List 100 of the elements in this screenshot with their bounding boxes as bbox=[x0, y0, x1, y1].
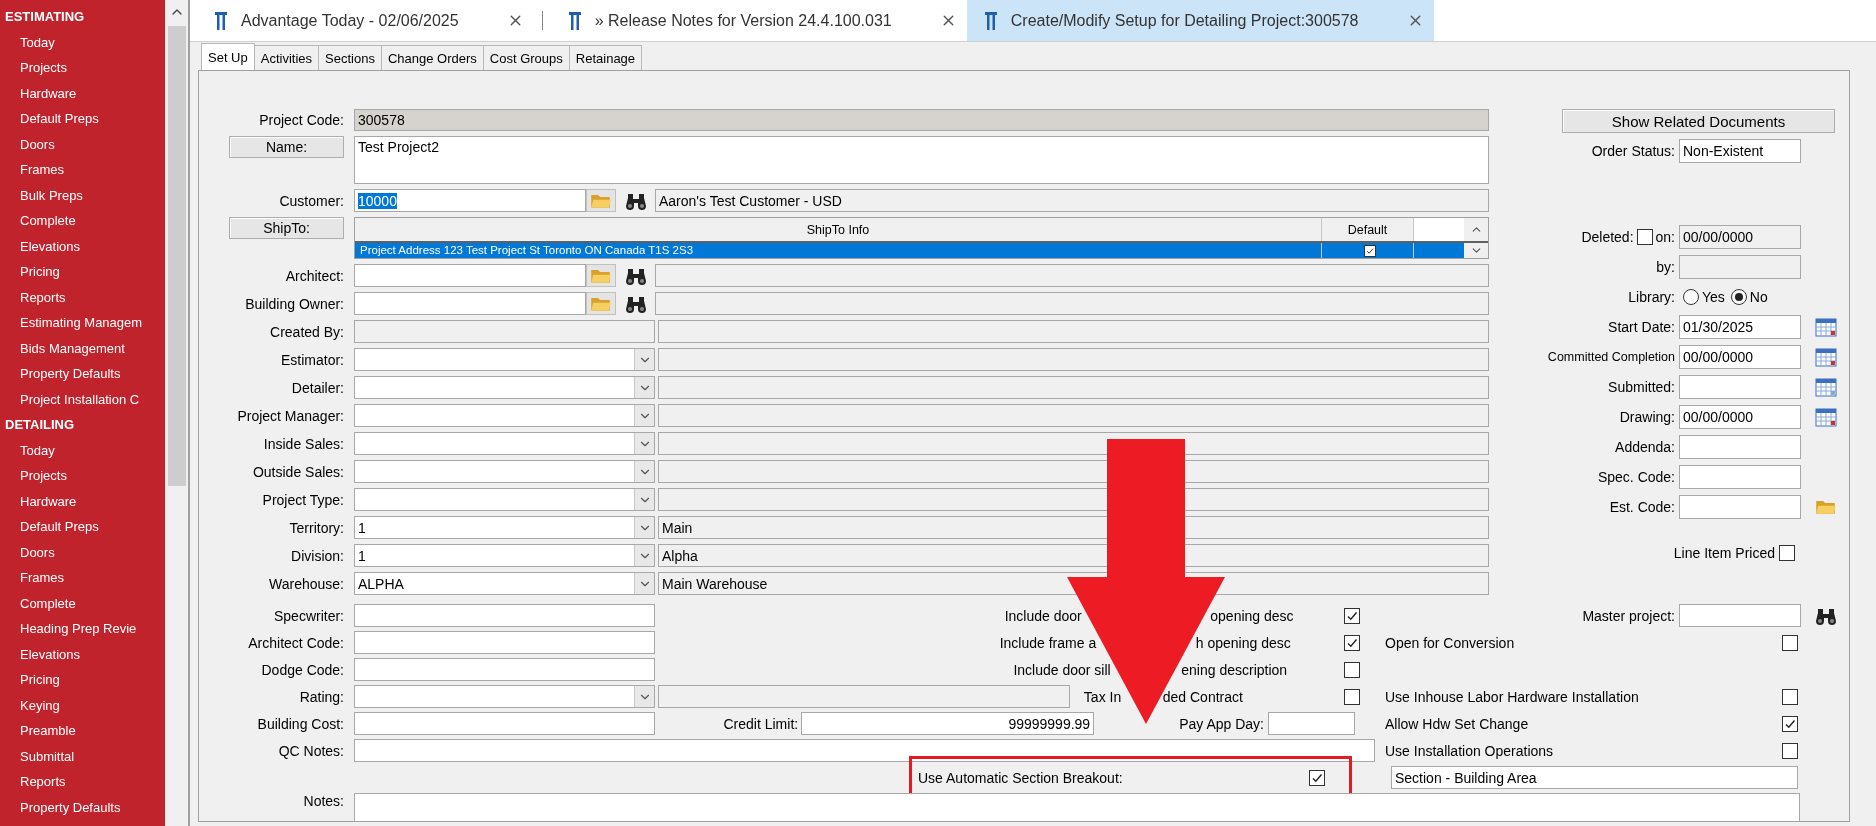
input-field[interactable] bbox=[1679, 495, 1801, 519]
sidebar-item[interactable]: Reports bbox=[0, 284, 165, 310]
sidebar-item[interactable]: Elevations bbox=[0, 641, 165, 667]
sidebar-item[interactable]: Submittal bbox=[0, 743, 165, 769]
calendar-icon[interactable] bbox=[1815, 377, 1837, 397]
radio-button[interactable] bbox=[1730, 289, 1747, 305]
notes-field[interactable] bbox=[354, 793, 1800, 821]
sidebar-item[interactable]: Pricing bbox=[0, 667, 165, 693]
sidebar-item[interactable]: Bids Management bbox=[0, 335, 165, 361]
sidebar-header[interactable]: DETAILING bbox=[0, 412, 165, 438]
sidebar-item[interactable]: Today bbox=[0, 437, 165, 463]
date-field[interactable]: 00/00/0000 bbox=[1679, 345, 1801, 369]
calendar-icon[interactable] bbox=[1815, 317, 1837, 337]
sidebar-header[interactable]: ESTIMATING bbox=[0, 4, 165, 30]
tab[interactable]: Create/Modify Setup for Detailing Project:300578 bbox=[966, 0, 1434, 41]
sidebar-item[interactable]: Doors bbox=[0, 539, 165, 565]
calendar-icon[interactable] bbox=[1815, 347, 1837, 367]
sidebar-item[interactable]: Frames bbox=[0, 157, 165, 183]
dropdown[interactable] bbox=[354, 460, 655, 483]
input-field[interactable] bbox=[354, 604, 655, 627]
dropdown[interactable] bbox=[354, 685, 655, 708]
date-field[interactable] bbox=[1679, 375, 1801, 399]
input-field[interactable] bbox=[1679, 465, 1801, 489]
sidebar-item[interactable]: Bulk Preps bbox=[0, 182, 165, 208]
sidebar-item[interactable]: Default Preps bbox=[0, 106, 165, 132]
name-button[interactable]: Name: bbox=[229, 136, 344, 158]
input-field[interactable]: Non-Existent bbox=[1679, 139, 1801, 163]
field-label: Division: bbox=[290, 547, 344, 564]
dropdown[interactable] bbox=[354, 488, 655, 511]
input-field[interactable]: 10000 bbox=[354, 189, 586, 212]
text-field[interactable]: Test Project2 bbox=[354, 136, 1489, 184]
input-field[interactable] bbox=[354, 712, 655, 735]
calendar-icon[interactable] bbox=[1815, 407, 1837, 427]
date-field[interactable]: 01/30/2025 bbox=[1679, 315, 1801, 339]
checkbox[interactable] bbox=[1344, 661, 1360, 678]
sidebar-item[interactable]: Frames bbox=[0, 565, 165, 591]
input-field[interactable] bbox=[354, 631, 655, 654]
checkbox[interactable] bbox=[1636, 229, 1653, 245]
radio-button[interactable] bbox=[1683, 289, 1699, 305]
sidebar-item[interactable]: Estimating Managem bbox=[0, 310, 165, 336]
checkbox[interactable] bbox=[1364, 244, 1376, 257]
sidebar-item[interactable]: Reports bbox=[0, 769, 165, 795]
sidebar-item[interactable]: Elevations bbox=[0, 233, 165, 259]
sidebar-item[interactable]: Preamble bbox=[0, 718, 165, 744]
sidebar-item[interactable]: Complete bbox=[0, 590, 165, 616]
input-field[interactable] bbox=[354, 292, 586, 315]
field-label: on: bbox=[1655, 229, 1675, 245]
app-icon bbox=[984, 11, 997, 30]
input-field[interactable]: Section - Building Area bbox=[1391, 766, 1798, 789]
sidebar-item[interactable]: Today bbox=[0, 29, 165, 55]
dropdown[interactable]: ALPHA bbox=[354, 572, 655, 595]
sidebar-item[interactable]: Pricing bbox=[0, 259, 165, 285]
checkbox[interactable] bbox=[1344, 634, 1360, 651]
input-field[interactable] bbox=[1679, 435, 1801, 459]
input-field[interactable] bbox=[1268, 712, 1355, 735]
checkbox[interactable] bbox=[1779, 545, 1795, 561]
dropdown[interactable] bbox=[354, 404, 655, 427]
checkbox[interactable] bbox=[1782, 634, 1798, 651]
tab[interactable]: Set Up bbox=[201, 43, 255, 70]
sidebar-item[interactable]: Hardware bbox=[0, 80, 165, 106]
sidebar-item[interactable]: Project Installation C bbox=[0, 386, 165, 412]
checkbox[interactable] bbox=[1782, 688, 1798, 705]
sidebar-item[interactable]: Projects bbox=[0, 463, 165, 489]
sidebar-item[interactable]: Heading Prep Revie bbox=[0, 616, 165, 642]
related-documents-button[interactable]: Show Related Documents bbox=[1562, 109, 1835, 133]
binoculars-icon[interactable] bbox=[625, 191, 647, 210]
scrollbar-thumb[interactable] bbox=[167, 26, 186, 486]
checkbox[interactable] bbox=[1344, 607, 1360, 624]
checkbox[interactable] bbox=[1309, 769, 1325, 786]
sidebar-item[interactable]: Complete bbox=[0, 208, 165, 234]
dropdown[interactable]: 1 bbox=[354, 516, 655, 539]
input-field[interactable] bbox=[354, 739, 1375, 762]
binoculars-icon[interactable] bbox=[1815, 606, 1837, 625]
binoculars-icon[interactable] bbox=[625, 266, 647, 285]
dropdown[interactable] bbox=[354, 376, 655, 399]
dropdown[interactable]: 1 bbox=[354, 544, 655, 567]
sidebar-item[interactable]: Doors bbox=[0, 131, 165, 157]
folder-icon[interactable] bbox=[1815, 498, 1837, 516]
sidebar-item[interactable]: Projects bbox=[0, 55, 165, 81]
input-field[interactable] bbox=[1679, 604, 1801, 627]
tab[interactable]: » Release Notes for Version 24.4.100.031 bbox=[550, 0, 967, 41]
tab[interactable]: Retainage bbox=[568, 45, 643, 70]
checkbox[interactable] bbox=[1782, 742, 1798, 759]
sidebar-item[interactable]: Keying bbox=[0, 692, 165, 718]
field-label: Detailer: bbox=[290, 379, 344, 396]
sidebar-item[interactable]: Default Preps bbox=[0, 514, 165, 540]
binoculars-icon[interactable] bbox=[625, 294, 647, 313]
input-field[interactable] bbox=[354, 658, 655, 681]
date-field[interactable]: 00/00/0000 bbox=[1679, 405, 1801, 429]
checkbox[interactable] bbox=[1782, 715, 1798, 732]
sidebar-item[interactable]: Property Defaults bbox=[0, 794, 165, 820]
sidebar-item[interactable]: Property Defaults bbox=[0, 361, 165, 387]
sidebar-item[interactable]: Hardware bbox=[0, 488, 165, 514]
input-field[interactable]: 99999999.99 bbox=[801, 712, 1095, 735]
input-field[interactable] bbox=[354, 264, 586, 287]
shipto-button[interactable]: ShipTo: bbox=[229, 217, 344, 239]
dropdown[interactable] bbox=[354, 348, 655, 371]
dropdown[interactable] bbox=[354, 432, 655, 455]
tab[interactable]: Advantage Today - 02/06/2025 bbox=[197, 0, 534, 41]
checkbox[interactable] bbox=[1344, 688, 1360, 705]
